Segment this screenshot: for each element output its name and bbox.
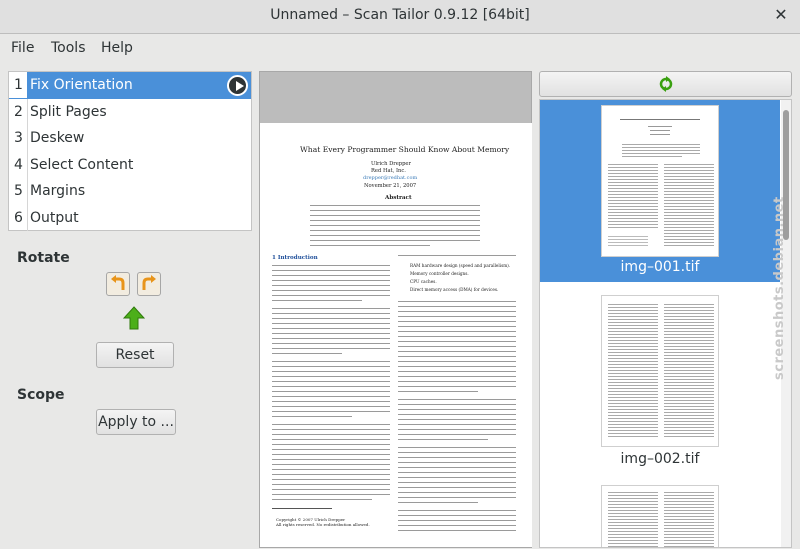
stage-select-content[interactable]: 4 Select Content [9,151,251,178]
stage-label: Select Content [30,156,134,173]
doc-email: drepper@redhat.com [363,175,418,181]
doc-author: Ulrich Drepper [371,161,411,167]
menu-bar: File Tools Help [0,34,800,62]
rotate-left-button[interactable] [106,272,130,296]
stage-deskew[interactable]: 3 Deskew [9,125,251,152]
menu-tools[interactable]: Tools [51,40,86,56]
bullet-3: CPU caches. [410,279,437,284]
stage-margins[interactable]: 5 Margins [9,178,251,205]
thumbnail-list[interactable]: img–001.tif img–002.tif [539,99,792,548]
window-title: Unnamed – Scan Tailor 0.9.12 [64bit] [270,7,530,23]
thumbnail-page-3[interactable] [601,485,719,547]
stage-label: Output [30,209,79,226]
thumbnail-label-1: img–001.tif [620,259,700,275]
refresh-icon [659,76,673,92]
section-heading: 1 Introduction [272,255,318,261]
bullet-2: Memory controller designs. [410,271,469,276]
stage-label: Fix Orientation [30,77,133,93]
up-arrow-icon [123,306,145,330]
rotate-cw-icon [142,275,156,290]
rotate-right-button[interactable] [137,272,161,296]
stage-split-pages[interactable]: 2 Split Pages [9,98,251,125]
menu-file[interactable]: File [11,40,34,56]
reset-button[interactable]: Reset [96,342,174,368]
stage-number: 2 [14,103,23,120]
stage-label: Split Pages [30,103,107,120]
copyright-line-2: All rights reserved. No redistribution a… [276,522,370,527]
watermark: screenshots.debian.net [772,196,787,380]
stage-number: 3 [14,130,23,146]
stage-number: 1 [9,72,27,98]
stage-fix-orientation[interactable]: 1 Fix Orientation [9,72,251,99]
thumbnail-page-2[interactable] [601,295,719,447]
title-bar: Unnamed – Scan Tailor 0.9.12 [64bit] ✕ [0,0,800,34]
doc-date: November 21, 2007 [364,183,417,189]
thumbnail-toolbar-button[interactable] [539,71,792,97]
stage-label: Margins [30,183,86,199]
image-viewer[interactable]: What Every Programmer Should Know About … [259,71,532,548]
stage-list: 1 Fix Orientation 2 Split Pages 3 Deskew… [8,71,252,231]
menu-help[interactable]: Help [101,40,133,56]
thumbnail-page-1[interactable] [601,105,719,257]
rotate-heading: Rotate [17,250,70,266]
doc-title: What Every Programmer Should Know About … [300,145,510,154]
document-page: What Every Programmer Should Know About … [260,123,532,547]
thumbnail-label-2: img–002.tif [620,451,700,467]
bullet-4: Direct memory access (DMA) for devices. [410,287,499,292]
bullet-1: RAM hardware design (speed and paralleli… [410,263,511,268]
stage-number: 6 [14,209,23,226]
stage-number: 4 [14,156,23,173]
rotate-ccw-icon [111,275,125,290]
scope-heading: Scope [17,387,65,403]
close-icon[interactable]: ✕ [772,6,790,24]
abstract-heading: Abstract [385,195,412,201]
apply-to-button[interactable]: Apply to ... [96,409,176,435]
stage-output[interactable]: 6 Output [9,204,251,231]
doc-company: Red Hat, Inc. [371,168,406,174]
play-icon[interactable] [227,75,248,96]
stage-number: 5 [14,183,23,199]
stage-label: Deskew [30,130,85,146]
